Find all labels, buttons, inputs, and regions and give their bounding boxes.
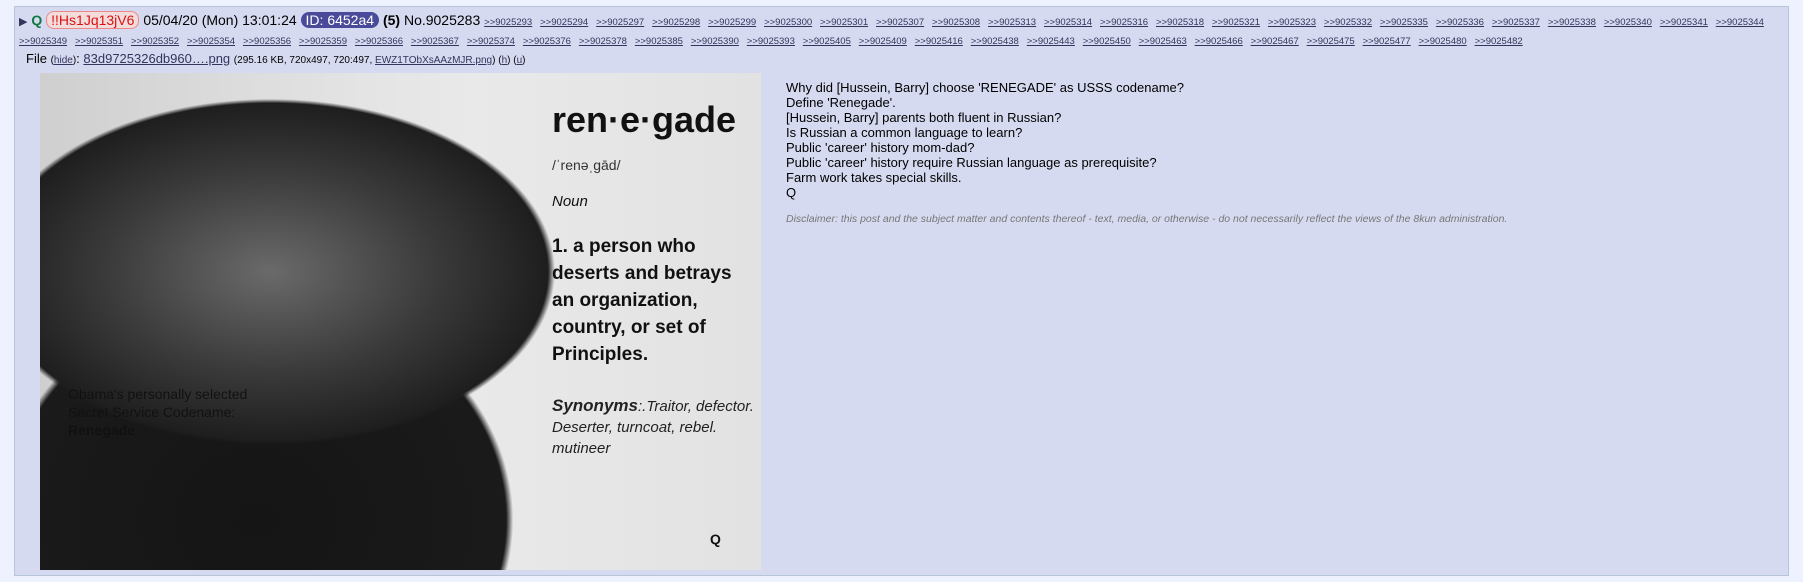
reply-link[interactable]: >>9025367 <box>411 36 459 47</box>
post-body-line: Farm work takes special skills. <box>786 170 962 185</box>
image-corner-mark: Q <box>710 531 721 547</box>
reply-link[interactable]: >>9025378 <box>579 36 627 47</box>
reply-link[interactable]: >>9025298 <box>652 17 700 28</box>
reply-link[interactable]: >>9025307 <box>876 17 924 28</box>
reply-link[interactable]: >>9025356 <box>243 36 291 47</box>
hash-link[interactable]: h <box>502 55 508 66</box>
post-body-line: Why did [Hussein, Barry] choose 'RENEGAD… <box>786 80 1185 95</box>
reply-link[interactable]: >>9025344 <box>1716 17 1764 28</box>
reply-link[interactable]: >>9025466 <box>1195 36 1243 47</box>
post-image[interactable]: ren·e·gade /ˈrenəˌgād/ Noun 1. a person … <box>40 73 761 570</box>
image-part-of-speech: Noun <box>552 193 588 210</box>
original-filename-link[interactable]: EWZ1TObXsAAzMJR.png <box>375 55 492 66</box>
unspoiler-link[interactable]: u <box>517 55 523 66</box>
reply-link[interactable]: >>9025482 <box>1475 36 1523 47</box>
post-body-lines: Why did [Hussein, Barry] choose 'RENEGAD… <box>786 80 1507 200</box>
image-definition: 1. a person who deserts and betrays an o… <box>552 236 732 365</box>
post-body-line: Public 'career' history mom-dad? <box>786 140 975 155</box>
reply-link[interactable]: >>9025299 <box>708 17 756 28</box>
reply-link[interactable]: >>9025443 <box>1027 36 1075 47</box>
reply-link[interactable]: >>9025463 <box>1139 36 1187 47</box>
poster-id-count: (5) <box>382 12 401 28</box>
reply-link[interactable]: >>9025480 <box>1419 36 1467 47</box>
reply-link[interactable]: >>9025297 <box>596 17 644 28</box>
poster-name: Q <box>31 12 43 28</box>
image-pronunciation: /ˈrenəˌgād/ <box>552 157 621 173</box>
reply-link[interactable]: >>9025321 <box>1212 17 1260 28</box>
reply-link[interactable]: >>9025338 <box>1548 17 1596 28</box>
post-body-line: Define 'Renegade'. <box>786 95 896 110</box>
poster-id-badge[interactable]: ID: 6452a4 <box>300 12 380 28</box>
post-number[interactable]: No.9025283 <box>404 12 480 28</box>
post-datetime: 05/04/20 (Mon) 13:01:24 <box>143 12 297 28</box>
reply-link[interactable]: >>9025313 <box>988 17 1036 28</box>
reply-link[interactable]: >>9025374 <box>467 36 515 47</box>
image-synonyms-label: Synonyms <box>552 396 638 415</box>
reply-link[interactable]: >>9025341 <box>1660 17 1708 28</box>
hide-file-link[interactable]: hide <box>54 55 73 66</box>
reply-link[interactable]: >>9025294 <box>540 17 588 28</box>
tripcode: !!Hs1Jq13jV6 <box>46 11 140 29</box>
image-caption-codename: Renegade <box>68 422 135 438</box>
reply-link[interactable]: >>9025340 <box>1604 17 1652 28</box>
reply-link[interactable]: >>9025336 <box>1436 17 1484 28</box>
file-name-link[interactable]: 83d9725326db960….png <box>83 51 230 66</box>
reply-link[interactable]: >>9025376 <box>523 36 571 47</box>
reply-link[interactable]: >>9025354 <box>187 36 235 47</box>
image-caption: Obama's personally selected Secret Servi… <box>68 385 247 439</box>
reply-link[interactable]: >>9025390 <box>691 36 739 47</box>
reply-link[interactable]: >>9025318 <box>1156 17 1204 28</box>
reply-link[interactable]: >>9025416 <box>915 36 963 47</box>
reply-link[interactable]: >>9025332 <box>1324 17 1372 28</box>
reply-link[interactable]: >>9025316 <box>1100 17 1148 28</box>
reply-link[interactable]: >>9025438 <box>971 36 1019 47</box>
reply-link[interactable]: >>9025301 <box>820 17 868 28</box>
post-body-line: Is Russian a common language to learn? <box>786 125 1023 140</box>
reply-link[interactable]: >>9025308 <box>932 17 980 28</box>
post: ▶ Q !!Hs1Jq13jV6 05/04/20 (Mon) 13:01:24… <box>14 6 1789 576</box>
reply-link[interactable]: >>9025475 <box>1307 36 1355 47</box>
image-headword: ren·e·gade <box>552 99 737 140</box>
image-synonyms: Synonyms:.Traitor, defector. Deserter, t… <box>552 395 757 459</box>
reply-link[interactable]: >>9025366 <box>355 36 403 47</box>
image-caption-line: Obama's personally selected <box>68 386 248 402</box>
reply-link[interactable]: >>9025293 <box>484 17 532 28</box>
post-body-line: Public 'career' history require Russian … <box>786 155 1157 170</box>
reply-link[interactable]: >>9025352 <box>131 36 179 47</box>
reply-link[interactable]: >>9025393 <box>747 36 795 47</box>
post-body: Why did [Hussein, Barry] choose 'RENEGAD… <box>786 80 1507 227</box>
file-info: File (hide): 83d9725326db960….png (295.1… <box>26 51 526 66</box>
reply-link[interactable]: >>9025349 <box>19 36 67 47</box>
reply-link[interactable]: >>9025450 <box>1083 36 1131 47</box>
reply-link[interactable]: >>9025359 <box>299 36 347 47</box>
post-body-line: [Hussein, Barry] parents both fluent in … <box>786 110 1062 125</box>
file-meta: (295.16 KB, 720x497, 720:497, <box>233 55 376 66</box>
reply-link[interactable]: >>9025335 <box>1380 17 1428 28</box>
image-caption-line: Secret Service Codename: <box>68 404 236 420</box>
collapse-triangle-icon[interactable]: ▶ <box>19 16 27 28</box>
reply-link[interactable]: >>9025314 <box>1044 17 1092 28</box>
reply-link[interactable]: >>9025467 <box>1251 36 1299 47</box>
reply-link[interactable]: >>9025385 <box>635 36 683 47</box>
reply-link[interactable]: >>9025351 <box>75 36 123 47</box>
file-label: File <box>26 51 47 66</box>
disclaimer: Disclaimer: this post and the subject ma… <box>786 213 1508 225</box>
reply-link[interactable]: >>9025323 <box>1268 17 1316 28</box>
post-intro: ▶ Q !!Hs1Jq13jV6 05/04/20 (Mon) 13:01:24… <box>19 11 1780 50</box>
reply-link[interactable]: >>9025405 <box>803 36 851 47</box>
reply-link[interactable]: >>9025477 <box>1363 36 1411 47</box>
post-body-line: Q <box>786 185 797 200</box>
reply-link[interactable]: >>9025337 <box>1492 17 1540 28</box>
file-meta-close: ) <box>492 55 496 66</box>
reply-link[interactable]: >>9025300 <box>764 17 812 28</box>
reply-link[interactable]: >>9025409 <box>859 36 907 47</box>
